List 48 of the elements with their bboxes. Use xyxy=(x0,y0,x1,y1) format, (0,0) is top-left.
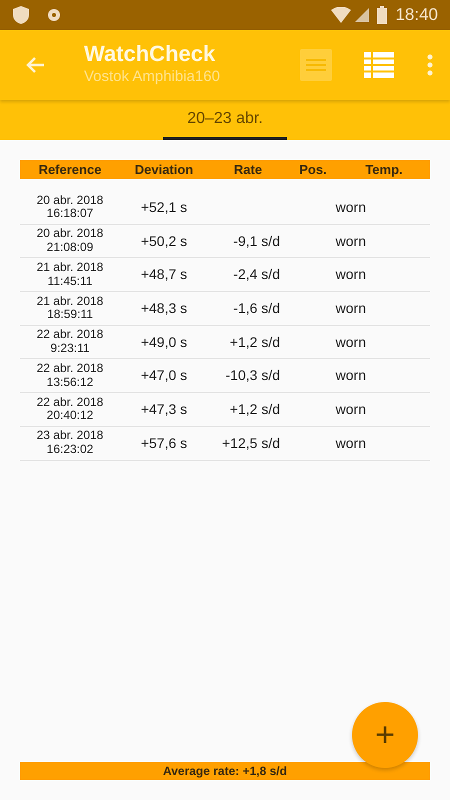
wifi-icon xyxy=(331,7,352,23)
list-view-icon xyxy=(300,49,332,81)
rate-cell-text: -1,6 s/d xyxy=(232,298,281,318)
date-cell-text: 22 abr. 2018 9:23:11 xyxy=(36,328,104,356)
column-header: Temp. xyxy=(364,161,404,179)
deviation-cell-text: +47,0 s xyxy=(140,366,188,386)
watch-name: Vostok Amphibia160 xyxy=(84,66,221,87)
deviation-cell-text: +48,3 s xyxy=(140,298,188,318)
rate-cell-text: +1,2 s/d xyxy=(228,332,281,352)
position-cell-text: worn xyxy=(334,434,367,453)
rate-cell-text: -2,4 s/d xyxy=(232,265,281,284)
deviation-cell-text: +57,6 s xyxy=(140,434,188,453)
rate-cell-text: +12,5 s/d xyxy=(221,434,281,453)
deviation-cell-text: +47,3 s xyxy=(140,400,188,419)
shield-icon xyxy=(12,5,30,25)
average-rate-bar: Average rate: +1,8 s/d xyxy=(20,762,430,780)
position-cell-text: worn xyxy=(334,400,367,419)
date-cell-text: 23 abr. 2018 16:23:02 xyxy=(36,429,104,457)
rate-cell-text: +1,2 s/d xyxy=(228,400,281,419)
column-header: Reference xyxy=(38,161,102,179)
more-icon xyxy=(426,52,434,77)
clock: 18:40 xyxy=(395,4,438,26)
position-cell-text: worn xyxy=(334,298,367,318)
table-view-icon xyxy=(364,52,394,78)
deviation-cell-text: +48,7 s xyxy=(140,265,188,284)
position-cell-text: worn xyxy=(334,265,367,284)
date-cell-text: 20 abr. 2018 16:18:07 xyxy=(36,194,104,222)
position-cell-text: worn xyxy=(334,232,367,251)
date-cell-text: 21 abr. 2018 18:59:11 xyxy=(36,294,104,322)
rate-cell-text: -9,1 s/d xyxy=(232,232,281,251)
deviation-cell-text: +52,1 s xyxy=(140,198,188,217)
column-header: Rate xyxy=(232,161,264,179)
date-cell-text: 22 abr. 2018 13:56:12 xyxy=(36,362,104,390)
battery-icon xyxy=(377,6,388,24)
column-header: Deviation xyxy=(134,161,194,179)
position-cell-text: worn xyxy=(334,198,367,217)
position-cell-text: worn xyxy=(334,366,367,386)
column-header: Pos. xyxy=(298,161,328,179)
deviation-cell-text: +50,2 s xyxy=(140,232,188,251)
date-cell-text: 21 abr. 2018 11:45:11 xyxy=(36,260,104,289)
deviation-cell-text: +49,0 s xyxy=(140,332,188,352)
position-cell-text: worn xyxy=(334,332,367,352)
date-cell-text: 22 abr. 2018 20:40:12 xyxy=(36,396,104,424)
signal-icon xyxy=(355,8,370,22)
app-title: WatchCheck xyxy=(84,42,216,66)
add-button[interactable]: + xyxy=(352,702,418,768)
rate-cell-text: -10,3 s/d xyxy=(224,366,281,386)
date-cell-text: 20 abr. 2018 21:08:09 xyxy=(36,227,104,255)
